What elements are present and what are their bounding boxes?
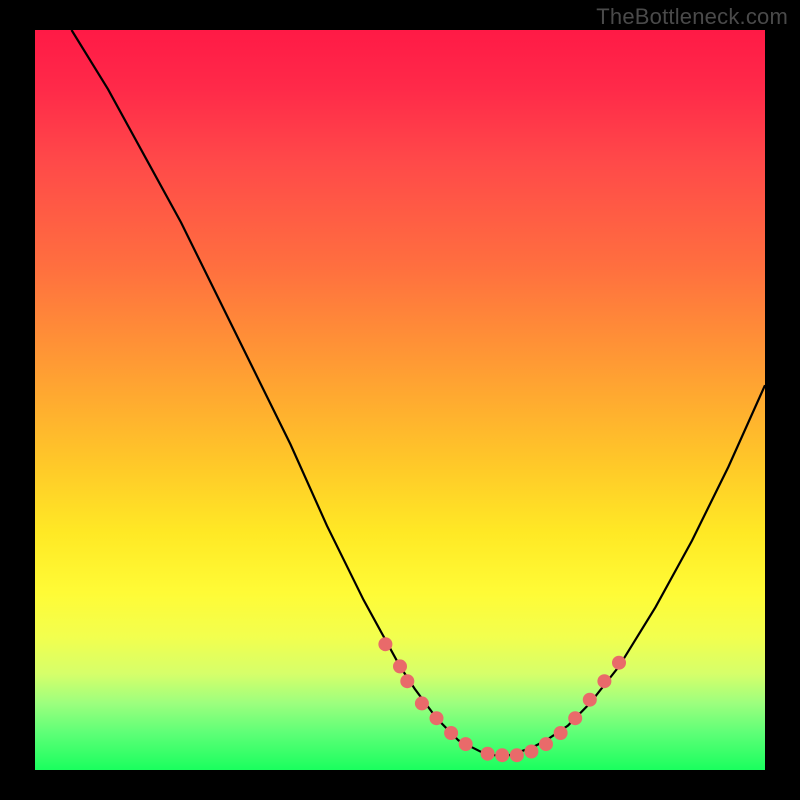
chart-frame: TheBottleneck.com xyxy=(0,0,800,800)
marker-point xyxy=(393,659,407,673)
marker-point xyxy=(612,656,626,670)
marker-point xyxy=(400,674,414,688)
marker-point xyxy=(481,747,495,761)
marker-point xyxy=(495,748,509,762)
highlight-markers xyxy=(378,637,626,762)
watermark-label: TheBottleneck.com xyxy=(596,4,788,30)
marker-point xyxy=(510,748,524,762)
marker-point xyxy=(539,737,553,751)
marker-point xyxy=(583,693,597,707)
plot-area xyxy=(35,30,765,770)
marker-point xyxy=(430,711,444,725)
marker-point xyxy=(524,745,538,759)
marker-point xyxy=(415,696,429,710)
curve-svg xyxy=(35,30,765,770)
marker-point xyxy=(597,674,611,688)
bottleneck-curve xyxy=(72,30,766,755)
marker-point xyxy=(378,637,392,651)
marker-point xyxy=(444,726,458,740)
marker-point xyxy=(459,737,473,751)
marker-point xyxy=(554,726,568,740)
marker-point xyxy=(568,711,582,725)
